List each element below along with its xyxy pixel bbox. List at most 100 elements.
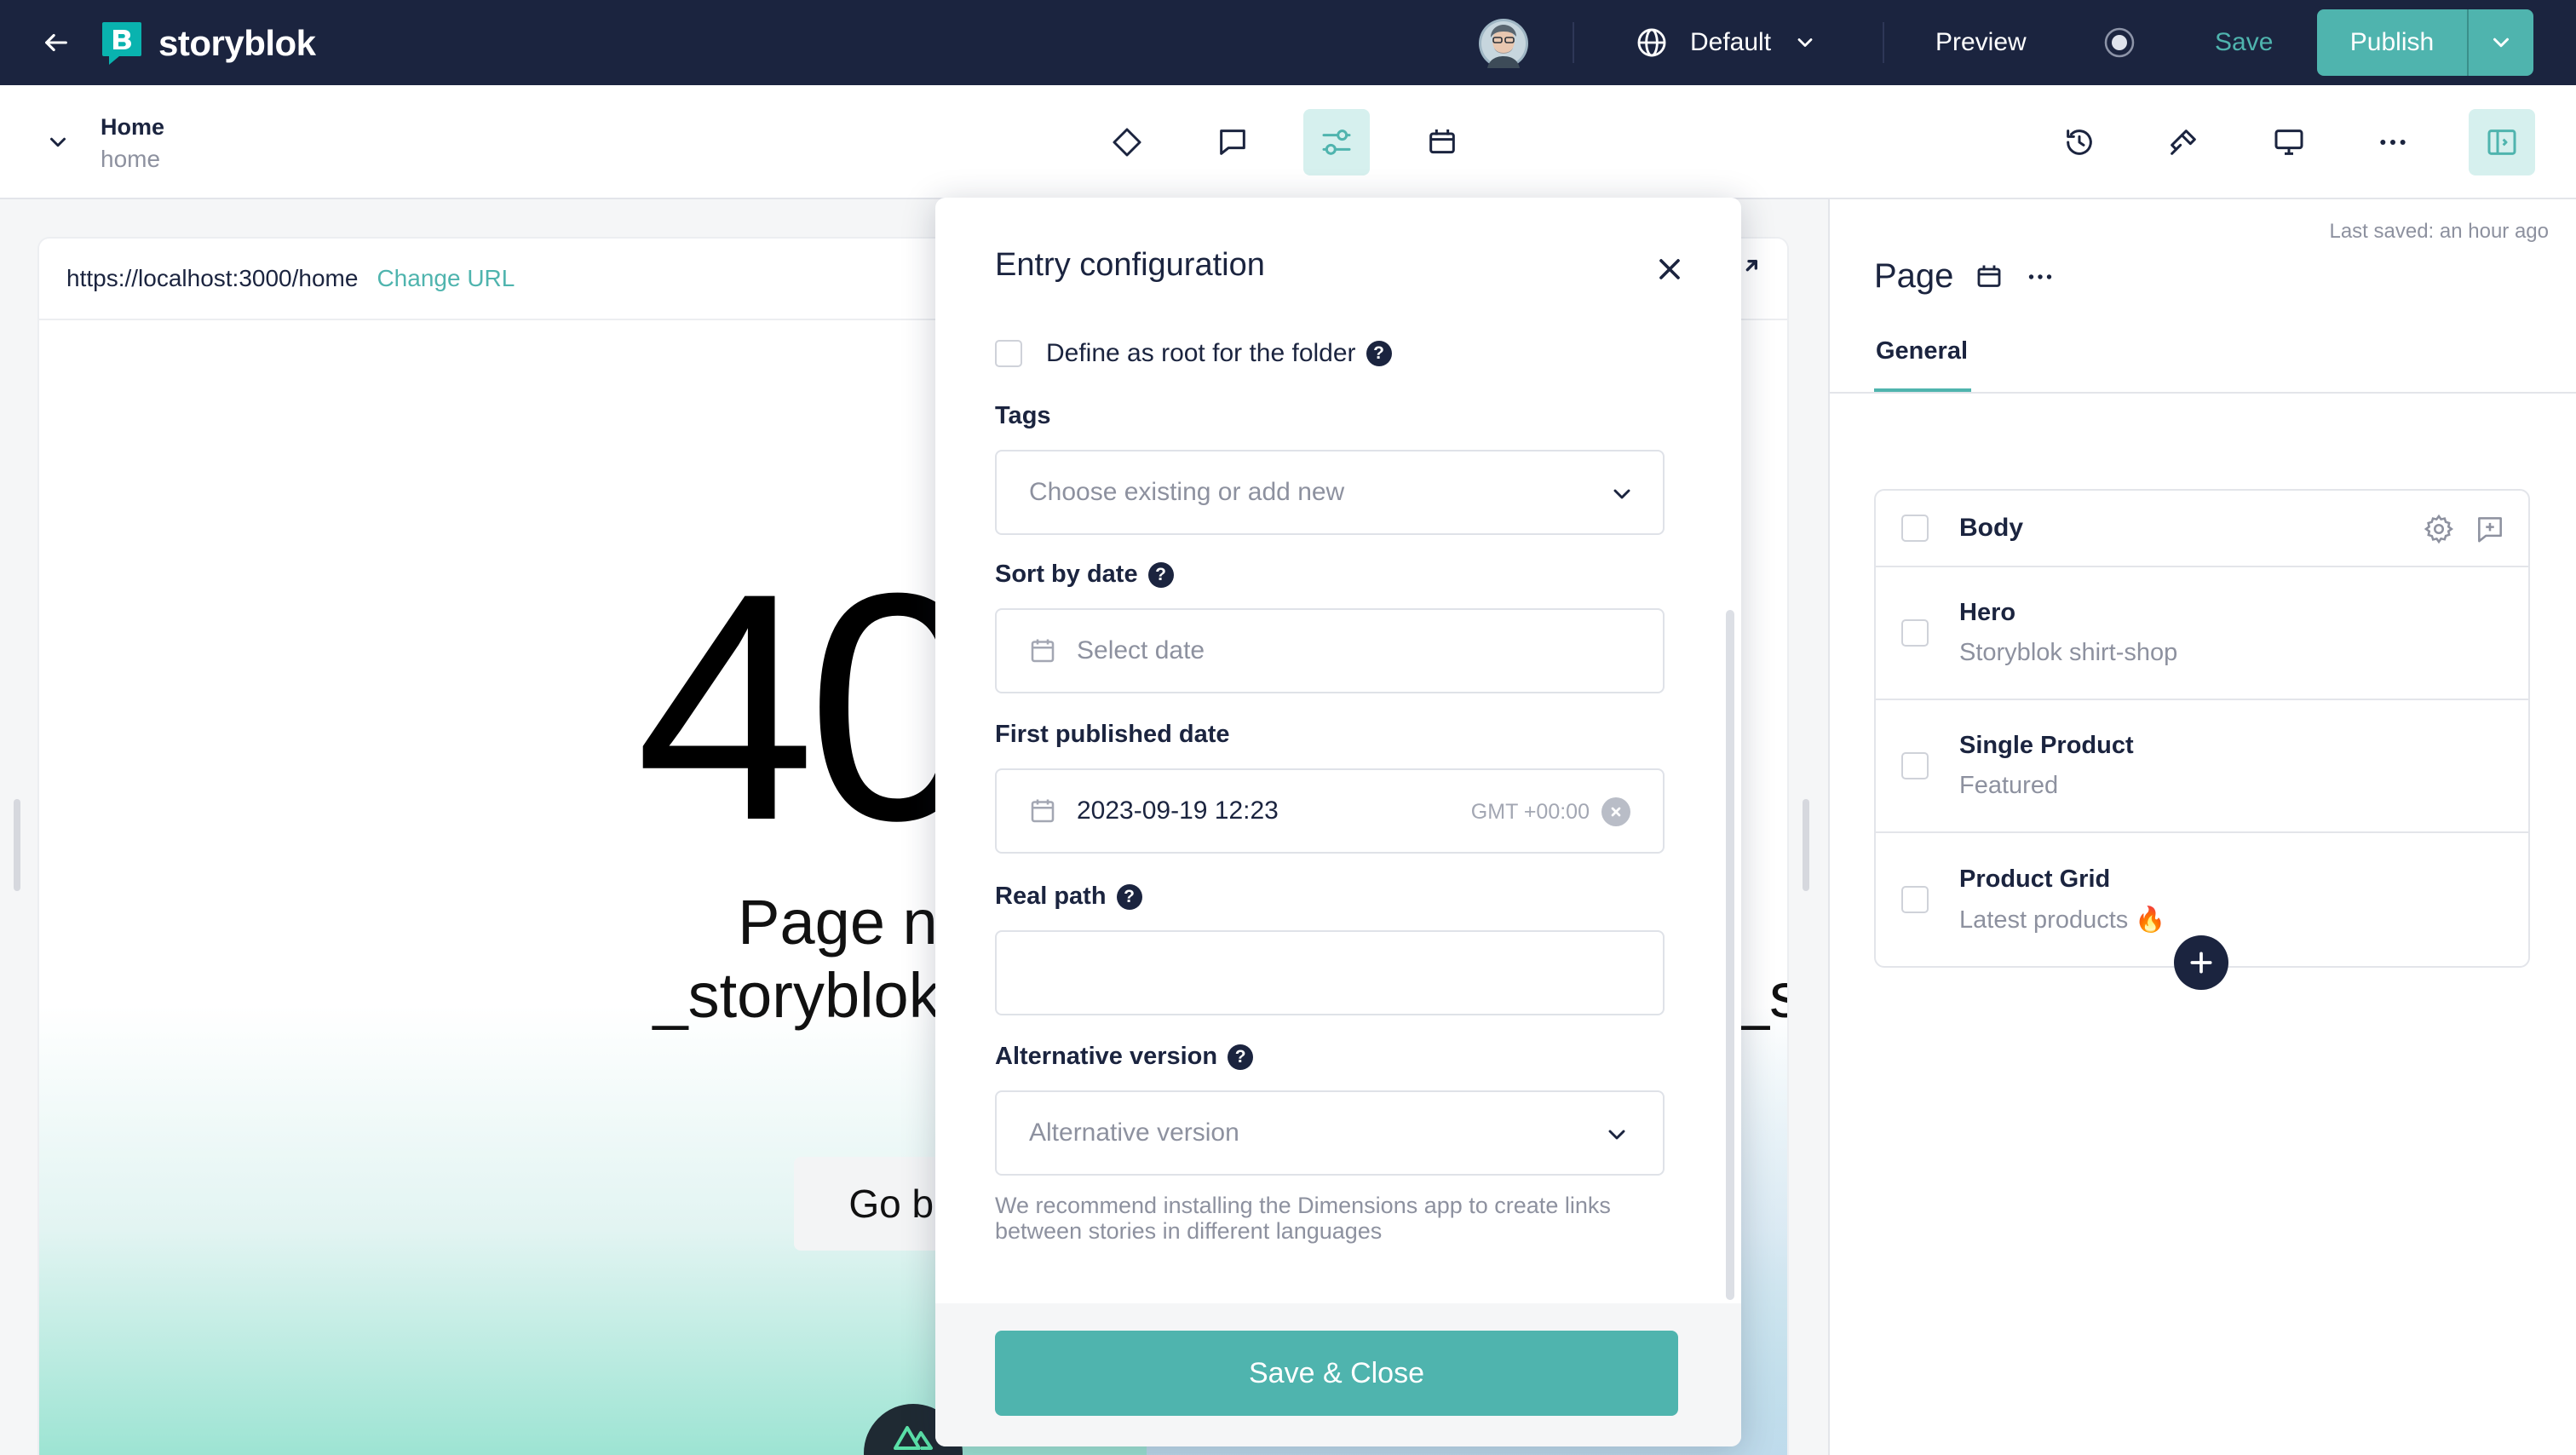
- more-options-button[interactable]: [2360, 109, 2426, 175]
- last-saved-text: Last saved: an hour ago: [2329, 220, 2549, 243]
- tabs-divider: [1830, 392, 2576, 394]
- language-selector[interactable]: Default: [1636, 20, 1817, 65]
- toolbar-divider: [1883, 22, 1884, 63]
- calendar-folder-icon[interactable]: [1974, 262, 2004, 292]
- content-tool-button[interactable]: [1094, 109, 1160, 175]
- root-folder-label: Define as root for the folder: [1046, 339, 1356, 367]
- close-button[interactable]: [1653, 252, 1687, 286]
- block-subtitle: Storyblok shirt-shop: [1959, 639, 2178, 666]
- body-select-checkbox[interactable]: [1901, 515, 1929, 542]
- expand-preview-icon[interactable]: [1728, 256, 1762, 290]
- first-published-input[interactable]: 2023-09-19 12:23 GMT +00:00: [995, 768, 1665, 854]
- tags-placeholder: Choose existing or add new: [1029, 478, 1345, 506]
- block-subtitle: Featured: [1959, 772, 2059, 799]
- chevron-down-icon: [1793, 31, 1817, 55]
- publish-options-button[interactable]: [2469, 9, 2533, 76]
- help-icon[interactable]: ?: [1366, 341, 1392, 366]
- back-button[interactable]: [36, 22, 77, 63]
- avatar[interactable]: [1479, 19, 1528, 68]
- content-type-title: Page: [1874, 257, 1954, 295]
- add-block-button[interactable]: [2174, 935, 2228, 990]
- resize-handle-right[interactable]: [1803, 799, 1809, 891]
- globe-icon: [1636, 26, 1668, 59]
- help-icon[interactable]: ?: [1147, 561, 1174, 588]
- editor-toolbar: Home home: [0, 85, 2576, 199]
- block-name: Hero: [1959, 599, 2016, 626]
- more-icon: [2376, 125, 2410, 159]
- comment-icon: [1216, 125, 1250, 159]
- language-label: Default: [1690, 28, 1772, 56]
- history-button[interactable]: [2046, 109, 2113, 175]
- comments-tool-button[interactable]: [1199, 109, 1266, 175]
- top-bar: storyblok Default Preview Save Publish: [0, 0, 2576, 85]
- sort-by-date-label-text: Sort by date: [995, 561, 1138, 588]
- body-field-header: Body: [1876, 491, 2528, 567]
- gear-icon[interactable]: [2423, 513, 2455, 545]
- dev-tools-button[interactable]: [2150, 109, 2217, 175]
- more-icon[interactable]: [2025, 262, 2056, 292]
- sliders-icon: [1320, 125, 1354, 159]
- alternative-version-label: Alternative version ?: [995, 1043, 1254, 1071]
- block-row[interactable]: Hero Storyblok shirt-shop: [1876, 567, 2528, 700]
- chevron-down-icon: [1608, 480, 1636, 508]
- clear-date-button[interactable]: [1601, 797, 1630, 826]
- calendar-folder-icon: [1425, 125, 1459, 159]
- timezone-label: GMT +00:00: [1470, 799, 1590, 824]
- root-folder-checkbox[interactable]: [995, 340, 1022, 367]
- panel-header: Page: [1874, 257, 2056, 296]
- story-title: Home: [101, 114, 165, 140]
- root-folder-option: Define as root for the folder ?: [995, 339, 1392, 368]
- alternative-version-label-text: Alternative version: [995, 1043, 1218, 1070]
- tags-label-text: Tags: [995, 402, 1051, 429]
- toolbar-divider: [1573, 22, 1574, 63]
- storyblok-logo-icon: [101, 20, 143, 66]
- resize-handle-left[interactable]: [14, 799, 20, 891]
- save-button[interactable]: Save: [2215, 20, 2273, 65]
- help-icon[interactable]: ?: [1116, 883, 1142, 910]
- tags-select[interactable]: Choose existing or add new: [995, 450, 1665, 535]
- alternative-version-placeholder: Alternative version: [1029, 1119, 1239, 1147]
- block-subtitle: Latest products 🔥: [1959, 906, 2166, 934]
- block-name: Product Grid: [1959, 865, 2111, 893]
- back-arrow-icon: [42, 28, 71, 57]
- real-path-label-text: Real path: [995, 883, 1107, 910]
- real-path-input[interactable]: [995, 930, 1665, 1015]
- add-comment-icon[interactable]: [2474, 513, 2506, 545]
- modal-scrollbar[interactable]: [1726, 610, 1734, 1300]
- block-select-checkbox[interactable]: [1901, 886, 1929, 913]
- tools-icon: [2166, 125, 2200, 159]
- chevron-down-icon: [1603, 1121, 1630, 1148]
- publish-button[interactable]: Publish: [2317, 9, 2467, 76]
- alternative-version-select[interactable]: Alternative version: [995, 1090, 1665, 1176]
- change-url-link[interactable]: Change URL: [377, 265, 515, 292]
- sort-date-input[interactable]: Select date: [995, 608, 1665, 693]
- diamond-icon: [1110, 125, 1144, 159]
- entry-configuration-modal: Entry configuration Define as root for t…: [935, 198, 1741, 1446]
- calendar-icon: [1027, 635, 1058, 666]
- first-published-value: 2023-09-19 12:23: [1077, 797, 1279, 825]
- block-row[interactable]: Single Product Featured: [1876, 700, 2528, 833]
- schedule-tool-button[interactable]: [1409, 109, 1475, 175]
- visual-editor-toggle[interactable]: [2104, 27, 2135, 58]
- storyblok-logo[interactable]: storyblok: [101, 20, 316, 66]
- tab-general[interactable]: General: [1876, 337, 1968, 365]
- timezone-indicator: GMT +00:00: [1471, 797, 1630, 826]
- plus-icon: [2188, 949, 2215, 976]
- preview-button[interactable]: Preview: [1935, 20, 2027, 65]
- device-preview-button[interactable]: [2256, 109, 2322, 175]
- toggle-sidebar-button[interactable]: [2469, 109, 2535, 175]
- history-icon: [2062, 125, 2096, 159]
- save-and-close-button[interactable]: Save & Close: [995, 1331, 1678, 1416]
- block-select-checkbox[interactable]: [1901, 752, 1929, 779]
- calendar-icon: [1027, 796, 1058, 826]
- sort-by-date-label: Sort by date ?: [995, 561, 1174, 589]
- logo-text: storyblok: [158, 23, 316, 63]
- help-icon[interactable]: ?: [1228, 1044, 1254, 1070]
- nuxt-icon: [892, 1423, 934, 1452]
- block-select-checkbox[interactable]: [1901, 619, 1929, 647]
- body-blocks: Body Hero Storyblok shirt-shop Single Pr…: [1874, 489, 2530, 968]
- preview-url: https://localhost:3000/home: [66, 265, 359, 291]
- breadcrumb-toggle[interactable]: [39, 124, 77, 161]
- monitor-icon: [2272, 125, 2306, 159]
- config-tool-button[interactable]: [1303, 109, 1370, 175]
